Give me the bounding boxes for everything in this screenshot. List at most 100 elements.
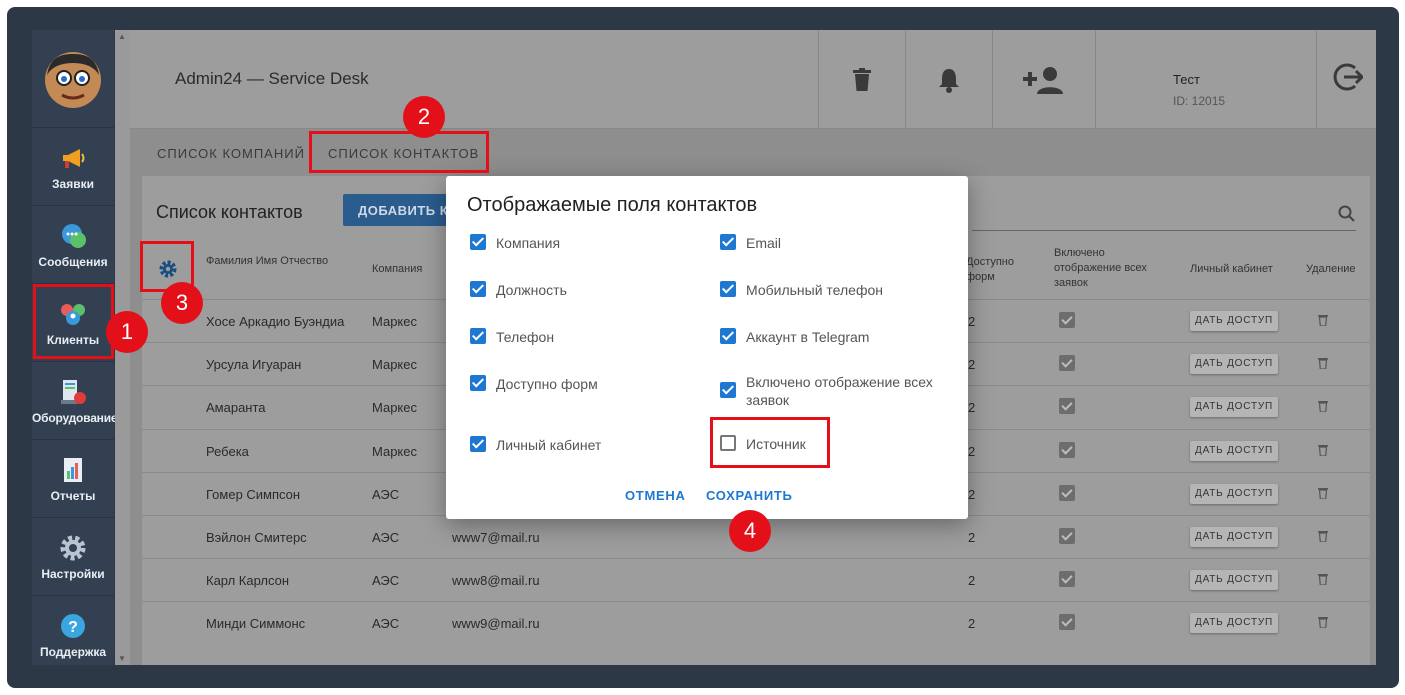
checkbox[interactable] <box>470 436 486 452</box>
sidebar-item-reports[interactable]: Отчеты <box>32 440 114 518</box>
option-label: Аккаунт в Telegram <box>746 329 870 345</box>
contact-company: АЭС <box>372 573 400 589</box>
table-row[interactable]: Минди Симмонс АЭС www9@mail.ru 2 ДАТЬ ДОСТУП <box>142 601 1370 644</box>
give-access-button[interactable]: ДАТЬ ДОСТУП <box>1190 613 1278 634</box>
contact-name[interactable]: Урсула Игуаран <box>206 357 301 372</box>
give-access-button[interactable]: ДАТЬ ДОСТУП <box>1190 527 1278 547</box>
contact-forms: 2 <box>968 314 976 329</box>
fields-dialog: Отображаемые поля контактов Компания Дол… <box>446 176 968 519</box>
trash-button[interactable] <box>818 30 905 129</box>
delete-icon[interactable] <box>1318 444 1328 456</box>
option-label: Телефон <box>496 329 555 345</box>
sidebar-item-requests[interactable]: Заявки <box>32 128 114 206</box>
sidebar-item-label: Оборудование <box>32 411 118 425</box>
contact-name[interactable]: Амаранта <box>206 400 266 415</box>
highlight-contacts-tab <box>309 131 489 173</box>
all-requests-checkbox[interactable] <box>1059 355 1075 372</box>
contact-company: АЭС <box>372 530 400 545</box>
option-label: Личный кабинет <box>496 437 602 453</box>
add-user-button[interactable] <box>992 30 1095 129</box>
checkbox[interactable] <box>720 382 736 398</box>
gear-icon <box>60 535 86 561</box>
user-info[interactable]: Тест ID: 12015 <box>1095 30 1317 129</box>
column-header-forms: Доступно форм <box>966 256 1015 283</box>
all-requests-checkbox[interactable] <box>1059 484 1075 501</box>
search-icon[interactable] <box>1338 205 1356 223</box>
contact-name[interactable]: Карл Карлсон <box>206 573 289 588</box>
all-requests-checkbox[interactable] <box>1059 441 1075 458</box>
cancel-button[interactable]: ОТМЕНА <box>625 488 686 503</box>
annotation-badge: 1 <box>106 311 148 353</box>
contact-name[interactable]: Ребека <box>206 444 249 459</box>
contact-forms: 2 <box>968 443 976 459</box>
contact-name[interactable]: Вэйлон Смитерс <box>206 530 307 545</box>
help-icon: ? <box>61 614 85 638</box>
avatar-cell <box>32 30 114 128</box>
delete-icon[interactable] <box>1318 357 1328 370</box>
svg-text:?: ? <box>68 619 78 636</box>
give-access-button[interactable]: ДАТЬ ДОСТУП <box>1190 354 1278 375</box>
checkbox[interactable] <box>720 328 736 344</box>
user-id: ID: 12015 <box>1173 94 1226 108</box>
column-header-company: Компания <box>372 263 423 275</box>
table-row[interactable]: Карл Карлсон АЭС www8@mail.ru 2 ДАТЬ ДОСТУП <box>142 558 1370 601</box>
contact-company: АЭС <box>372 486 400 502</box>
all-requests-checkbox[interactable] <box>1059 571 1075 588</box>
option-label: Доступно форм <box>496 376 598 392</box>
delete-icon[interactable] <box>1318 616 1328 629</box>
trash-icon <box>853 67 871 91</box>
dialog-title: Отображаемые поля контактов <box>467 194 758 216</box>
column-header-delete: Удаление <box>1306 263 1356 275</box>
give-access-button[interactable]: ДАТЬ ДОСТУП <box>1190 311 1278 331</box>
checkbox[interactable] <box>470 234 486 250</box>
give-access-button[interactable]: ДАТЬ ДОСТУП <box>1190 570 1278 591</box>
app-title: Admin24 — Service Desk <box>175 69 369 88</box>
tab-companies[interactable]: СПИСОК КОМПАНИЙ <box>157 146 305 161</box>
contact-company: Маркес <box>372 314 417 329</box>
contact-name[interactable]: Гомер Симпсон <box>206 487 300 502</box>
scroll-up-icon[interactable]: ▲ <box>118 32 126 41</box>
column-header-name: Фамилия Имя Отчество <box>206 255 329 267</box>
give-access-button[interactable]: ДАТЬ ДОСТУП <box>1190 440 1278 461</box>
report-icon <box>64 458 82 482</box>
delete-icon[interactable] <box>1318 400 1328 413</box>
delete-icon[interactable] <box>1318 573 1328 586</box>
avatar[interactable] <box>44 51 102 109</box>
checkbox[interactable] <box>720 281 736 297</box>
give-access-button[interactable]: ДАТЬ ДОСТУП <box>1190 397 1278 418</box>
all-requests-checkbox[interactable] <box>1059 398 1075 415</box>
sidebar-item-settings[interactable]: Настройки <box>32 518 114 596</box>
contact-forms: 2 <box>968 486 976 502</box>
checkbox[interactable] <box>720 234 736 250</box>
contact-name[interactable]: Минди Симмонс <box>206 616 305 631</box>
checkbox[interactable] <box>470 281 486 297</box>
scroll-down-icon[interactable]: ▼ <box>118 654 126 663</box>
sidebar-item-equipment[interactable]: Оборудование <box>32 362 118 440</box>
bell-icon <box>939 68 959 93</box>
all-requests-checkbox[interactable] <box>1059 312 1075 328</box>
option-label: Включено отображение всех заявок <box>746 374 933 408</box>
sidebar-item-support[interactable]: ? Поддержка <box>32 596 114 674</box>
logout-icon[interactable] <box>1333 62 1363 92</box>
give-access-button[interactable]: ДАТЬ ДОСТУП <box>1190 483 1278 504</box>
option-label: Должность <box>496 282 567 298</box>
all-requests-checkbox[interactable] <box>1059 528 1075 544</box>
all-requests-checkbox[interactable] <box>1059 614 1075 631</box>
delete-icon[interactable] <box>1318 487 1328 499</box>
megaphone-icon <box>63 149 85 168</box>
contact-forms: 2 <box>968 573 976 589</box>
add-contact-button[interactable]: ДОБАВИТЬ К <box>343 194 453 226</box>
contact-name[interactable]: Хосе Аркадио Буэндиа <box>206 314 344 329</box>
checkbox[interactable] <box>470 375 486 391</box>
delete-icon[interactable] <box>1318 530 1328 542</box>
checkbox[interactable] <box>470 328 486 344</box>
option-label: Email <box>746 235 782 251</box>
search-input[interactable] <box>972 230 1356 231</box>
contact-company: Маркес <box>372 400 417 416</box>
notifications-button[interactable] <box>905 30 992 129</box>
delete-icon[interactable] <box>1318 314 1328 326</box>
annotation-badge: 3 <box>161 282 203 324</box>
sidebar-item-messages[interactable]: Сообщения <box>32 206 114 284</box>
contact-company: Маркес <box>372 357 417 373</box>
save-button[interactable]: СОХРАНИТЬ <box>706 488 793 503</box>
